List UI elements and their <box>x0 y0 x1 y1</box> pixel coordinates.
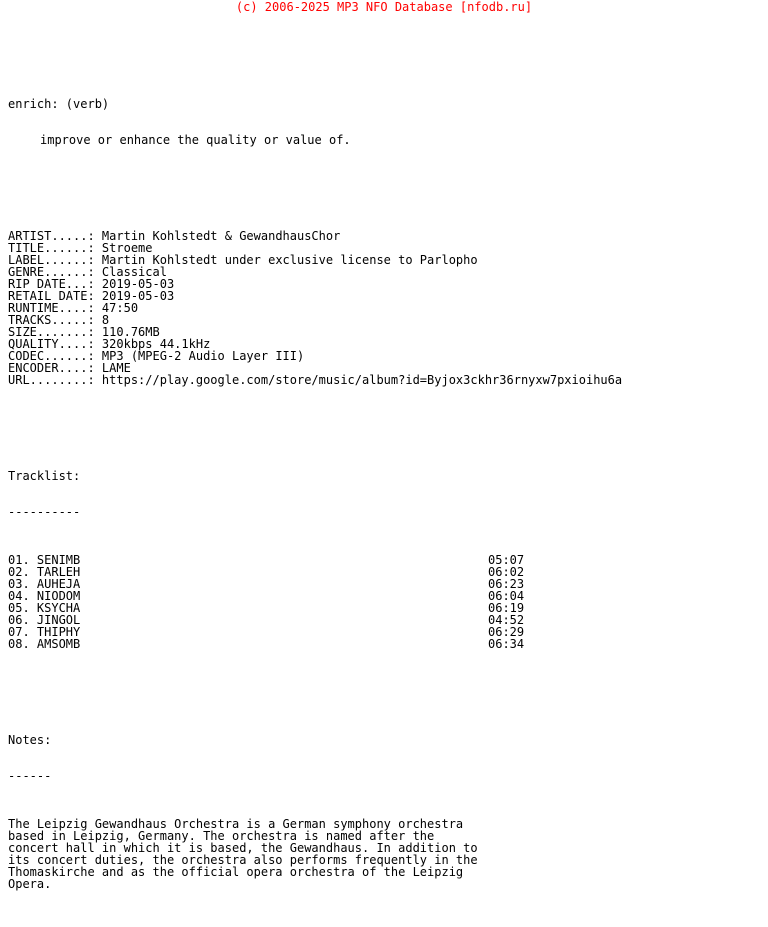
notes-line: Thomaskirche and as the official opera o… <box>8 865 464 879</box>
track-duration: 06:02 <box>488 565 525 579</box>
notes-heading-rule: ------ <box>8 769 52 783</box>
track-duration: 04:52 <box>488 613 525 627</box>
track-row: 01. SENIMB 05:07 <box>8 554 768 566</box>
track-row: 03. AUHEJA 06:23 <box>8 578 768 590</box>
track-number: 08. <box>8 637 37 651</box>
track-row: 06. JINGOL 04:52 <box>8 614 768 626</box>
track-duration: 06:29 <box>488 625 525 639</box>
word-of-the-day-term: enrich: (verb) <box>8 97 110 111</box>
track-title: AMSOMB <box>36 637 81 651</box>
track-row: 05. KSYCHA 06:19 <box>8 602 768 614</box>
track-duration: 06:19 <box>488 601 525 615</box>
track-duration: 05:07 <box>488 553 525 567</box>
track-row: 04. NIODOM 06:04 <box>8 590 768 602</box>
notes-heading: Notes: <box>8 733 52 747</box>
track-duration: 06:34 <box>488 637 525 651</box>
track-row: 02. TARLEH 06:02 <box>8 566 768 578</box>
notes-line: The Leipzig Gewandhaus Orchestra is a Ge… <box>8 817 464 831</box>
track-duration: 06:04 <box>488 589 525 603</box>
notes-line: Opera. <box>8 877 52 891</box>
release-metadata-list: ARTIST.....: Martin Kohlstedt & Gewandha… <box>8 230 768 386</box>
metadata-label: URL........: <box>8 373 102 387</box>
notes-line: concert hall in which it is based, the G… <box>8 841 478 855</box>
tracklist-heading-rule: ---------- <box>8 505 81 519</box>
metadata-row: URL........: https://play.google.com/sto… <box>8 374 768 386</box>
nfo-body: enrich: (verb) improve or enhance the qu… <box>0 14 768 926</box>
notes-paragraph: The Leipzig Gewandhaus Orchestra is a Ge… <box>8 818 768 890</box>
metadata-row: RUNTIME....: 47:50 <box>8 302 768 314</box>
notes-line: its concert duties, the orchestra also p… <box>8 853 478 867</box>
track-row: 08. AMSOMB 06:34 <box>8 638 768 650</box>
track-duration: 06:23 <box>488 577 525 591</box>
tracklist-rows: 01. SENIMB 05:07 02. TARLEH 06:02 03. AUHEJA… <box>8 554 768 650</box>
metadata-value: MP3 (MPEG-2 Audio Layer III) <box>101 349 305 363</box>
nfo-page: (c) 2006-2025 MP3 NFO Database [nfodb.ru… <box>0 0 768 891</box>
track-row: 07. THIPHY 06:29 <box>8 626 768 638</box>
tracklist-heading: Tracklist: <box>8 469 81 483</box>
word-of-the-day-definition: improve or enhance the quality or value … <box>40 133 351 147</box>
notes-line: based in Leipzig, Germany. The orchestra… <box>8 829 435 843</box>
nfo-database-header: (c) 2006-2025 MP3 NFO Database [nfodb.ru… <box>235 0 533 14</box>
metadata-value: https://play.google.com/store/music/albu… <box>101 373 623 387</box>
